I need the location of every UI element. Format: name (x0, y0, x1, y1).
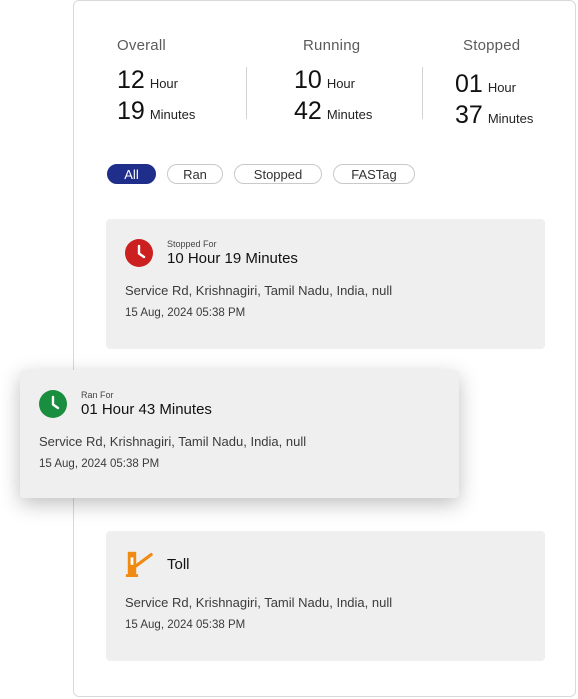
trip-summary-panel: Overall 12 Hour 19 Minutes Running 10 Hour … (73, 0, 576, 697)
running-stat: Running 10 Hour 42 Minutes (294, 37, 372, 126)
divider (422, 67, 423, 119)
stopped-stat: Stopped 01 Hour 37 Minutes (455, 37, 533, 130)
stopped-hour-unit: Hour (487, 80, 516, 95)
event-caption: Ran For (81, 390, 114, 400)
filter-all-chip[interactable]: All (107, 164, 156, 184)
toll-gate-icon (125, 551, 153, 577)
overall-minutes: 19 (117, 97, 145, 125)
overall-stat: Overall 12 Hour 19 Minutes (117, 37, 195, 126)
event-address: Service Rd, Krishnagiri, Tamil Nadu, Ind… (125, 283, 393, 298)
duration-summary: Overall 12 Hour 19 Minutes Running 10 Hour … (74, 37, 575, 130)
event-title: 01 Hour 43 Minutes (81, 401, 212, 418)
running-title: Running (303, 37, 361, 54)
overall-minute-unit: Minutes (149, 107, 196, 122)
filter-ran-chip[interactable]: Ran (167, 164, 223, 184)
running-minutes: 42 (294, 97, 322, 125)
event-card-toll[interactable]: Toll Service Rd, Krishnagiri, Tamil Nadu… (106, 531, 545, 661)
event-title: 10 Hour 19 Minutes (167, 250, 298, 267)
filter-stopped-chip[interactable]: Stopped (234, 164, 322, 184)
event-time: 15 Aug, 2024 05:38 PM (125, 307, 246, 319)
event-address: Service Rd, Krishnagiri, Tamil Nadu, Ind… (125, 595, 393, 610)
event-title: Toll (167, 556, 190, 573)
clock-icon (125, 239, 153, 267)
filter-fastag-chip[interactable]: FASTag (333, 164, 415, 184)
event-time: 15 Aug, 2024 05:38 PM (39, 458, 160, 470)
event-caption: Stopped For (167, 239, 217, 249)
clock-icon (39, 390, 67, 418)
stopped-title: Stopped (463, 37, 521, 54)
divider (246, 67, 247, 119)
overall-title: Overall (117, 37, 166, 54)
stopped-minute-unit: Minutes (487, 111, 534, 126)
running-hour-unit: Hour (326, 76, 355, 91)
event-card-ran[interactable]: Ran For 01 Hour 43 Minutes Service Rd, K… (20, 370, 459, 498)
filter-chips: All Ran Stopped FASTag (107, 164, 415, 184)
running-hours: 10 (294, 66, 322, 94)
overall-hours: 12 (117, 66, 145, 94)
running-minute-unit: Minutes (326, 107, 373, 122)
event-card-stopped[interactable]: Stopped For 10 Hour 19 Minutes Service R… (106, 219, 545, 349)
event-time: 15 Aug, 2024 05:38 PM (125, 619, 246, 631)
stopped-hours: 01 (455, 70, 483, 98)
overall-hour-unit: Hour (149, 76, 178, 91)
event-address: Service Rd, Krishnagiri, Tamil Nadu, Ind… (39, 434, 307, 449)
stopped-minutes: 37 (455, 101, 483, 129)
